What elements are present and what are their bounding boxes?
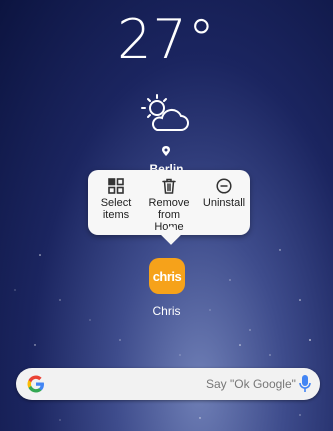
uninstall-label: Uninstall bbox=[202, 197, 246, 209]
app-icon-text: chris bbox=[152, 268, 182, 284]
select-items-label: Select items bbox=[100, 197, 132, 221]
google-search-bar[interactable]: Say "Ok Google" bbox=[16, 368, 320, 400]
trash-icon bbox=[162, 178, 176, 194]
partly-sunny-icon bbox=[141, 94, 189, 131]
chris-app-icon[interactable]: chris bbox=[149, 258, 185, 294]
temperature-text: 27° bbox=[117, 8, 216, 71]
remove-from-home-option[interactable]: Remove from Home bbox=[143, 178, 195, 233]
microphone-icon[interactable] bbox=[299, 375, 311, 393]
select-grid-icon bbox=[108, 178, 124, 194]
uninstall-option[interactable]: Uninstall bbox=[200, 178, 248, 209]
search-placeholder: Say "Ok Google" bbox=[206, 377, 296, 391]
google-logo-icon bbox=[27, 375, 44, 393]
location-pin-icon bbox=[162, 146, 170, 156]
minus-circle-icon bbox=[216, 178, 232, 194]
app-label[interactable]: Chris bbox=[0, 304, 333, 318]
remove-from-home-label: Remove from Home bbox=[148, 197, 190, 233]
select-items-option[interactable]: Select items bbox=[98, 178, 134, 221]
app-context-menu: Select items Remove from Home Uninstall bbox=[88, 170, 250, 235]
